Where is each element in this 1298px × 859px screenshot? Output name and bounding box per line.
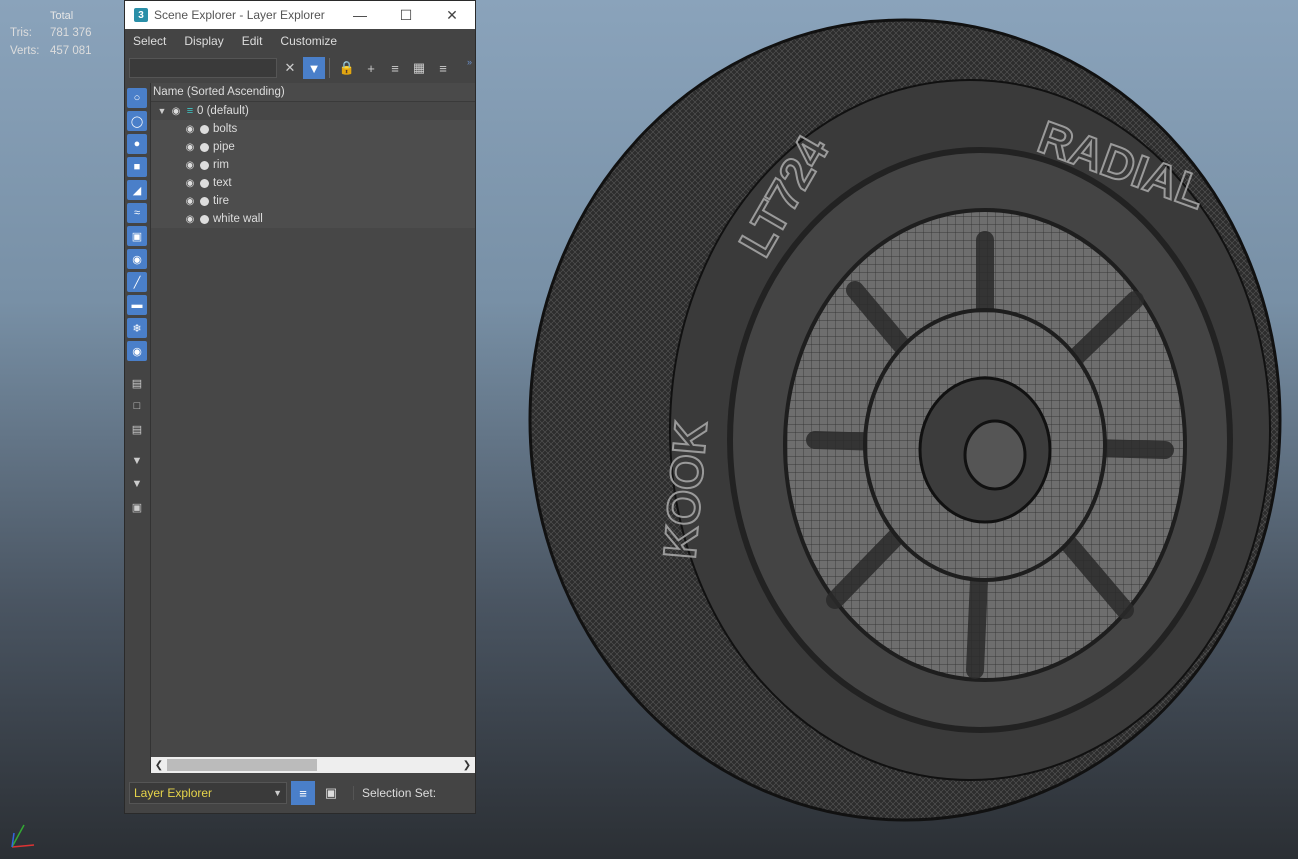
spacewarps-filter-icon[interactable]: ≈: [127, 203, 147, 223]
filter-sidebar: ○ ◯ ● ■ ◢ ≈ ▣ ◉ ╱ ▬ ❄ ◉ ▤ □ ▤ ▼ ▼ ▣: [125, 83, 151, 773]
layer-row[interactable]: ◉ text: [151, 174, 475, 192]
object-name: tire: [213, 195, 229, 207]
stats-label: Verts:: [10, 45, 40, 57]
selection-set-label[interactable]: Selection Set:: [353, 786, 436, 800]
visibility-eye-icon[interactable]: ◉: [183, 124, 197, 135]
toolbar-overflow-icon[interactable]: »: [467, 57, 472, 67]
geometry-filter-icon[interactable]: ○: [127, 88, 147, 108]
display-none-icon[interactable]: □: [127, 396, 147, 416]
toolbar: ✕ ▼ 🔒 + ≡ ▦ ≡ »: [125, 53, 475, 83]
lights-filter-icon[interactable]: ●: [127, 134, 147, 154]
hidden-filter-icon[interactable]: ◉: [127, 341, 147, 361]
layer-row[interactable]: ◉ tire: [151, 192, 475, 210]
sidebar-separator: [125, 442, 150, 448]
menu-bar: Select Display Edit Customize: [125, 29, 475, 53]
layer-row[interactable]: ◉ pipe: [151, 138, 475, 156]
object-name: rim: [213, 159, 229, 171]
layer-row-default[interactable]: ▼ ◉ ≡ 0 (default): [151, 102, 475, 120]
menu-display[interactable]: Display: [184, 34, 223, 48]
bottom-bar: Layer Explorer ▼ ≡ ▣ Selection Set:: [125, 773, 475, 813]
object-name: white wall: [213, 213, 263, 225]
menu-select[interactable]: Select: [133, 34, 166, 48]
layer-row[interactable]: ◉ white wall: [151, 210, 475, 228]
shapes-filter-icon[interactable]: ◯: [127, 111, 147, 131]
sidebar-separator: [125, 364, 150, 370]
visibility-eye-icon[interactable]: ◉: [183, 214, 197, 225]
scroll-right-icon[interactable]: ❯: [459, 760, 475, 771]
layer-row[interactable]: ◉ rim: [151, 156, 475, 174]
visibility-eye-icon[interactable]: ◉: [169, 106, 183, 117]
object-dot-icon: [200, 142, 209, 152]
layer-row[interactable]: ◉ bolts: [151, 120, 475, 138]
close-button[interactable]: ✕: [429, 1, 475, 29]
visibility-eye-icon[interactable]: ◉: [183, 142, 197, 153]
object-dot-icon: [200, 196, 209, 206]
bones-filter-icon[interactable]: ╱: [127, 272, 147, 292]
filter-selection-icon[interactable]: ▼: [303, 57, 325, 79]
filter-settings-icon[interactable]: ▼: [127, 451, 147, 471]
tire-wireframe-render: RADIAL LT724 KOOK: [528, 18, 1282, 822]
visibility-eye-icon[interactable]: ◉: [183, 178, 197, 189]
column-header-name[interactable]: Name (Sorted Ascending): [151, 83, 475, 102]
sort-by-layer-icon[interactable]: ≡: [291, 781, 315, 805]
layer-name: 0 (default): [197, 105, 249, 117]
containers-filter-icon[interactable]: ▬: [127, 295, 147, 315]
object-dot-icon: [200, 178, 209, 188]
scroll-left-icon[interactable]: ❮: [151, 760, 167, 771]
menu-customize[interactable]: Customize: [280, 34, 337, 48]
cameras-filter-icon[interactable]: ■: [127, 157, 147, 177]
display-all-icon[interactable]: ▤: [127, 373, 147, 393]
groups-filter-icon[interactable]: ▣: [127, 226, 147, 246]
scene-explorer-window: 3 Scene Explorer - Layer Explorer — ☐ ✕ …: [124, 0, 476, 814]
layers-icon[interactable]: ≡: [432, 57, 454, 79]
layer-stack-icon: ≡: [186, 105, 194, 117]
chevron-down-icon: ▼: [273, 788, 282, 798]
menu-edit[interactable]: Edit: [242, 34, 263, 48]
sort-by-hierarchy-icon[interactable]: ▣: [319, 781, 343, 805]
lock-icon[interactable]: 🔒: [336, 57, 358, 79]
invert-display-icon[interactable]: ▤: [127, 419, 147, 439]
object-name: pipe: [213, 141, 235, 153]
funnel-filter-icon[interactable]: ▼: [127, 474, 147, 494]
explorer-dropdown[interactable]: Layer Explorer ▼: [129, 782, 287, 804]
toolbar-separator: [329, 58, 330, 78]
stats-row-verts: Verts: 457 081: [10, 42, 120, 60]
axis-gizmo-icon: [11, 824, 35, 848]
scrollbar-thumb[interactable]: [167, 759, 317, 771]
stats-header: Total: [50, 10, 74, 22]
stats-value: 781 376: [50, 27, 92, 39]
window-title: Scene Explorer - Layer Explorer: [154, 8, 325, 22]
layer-tree: Name (Sorted Ascending) ▼ ◉ ≡ 0 (default…: [151, 83, 475, 773]
minimize-button[interactable]: —: [337, 1, 383, 29]
stats-label: Tris:: [10, 27, 32, 39]
selection-set-icon[interactable]: ▣: [127, 497, 147, 517]
stats-value: 457 081: [50, 45, 92, 57]
hierarchy-icon[interactable]: ▦: [408, 57, 430, 79]
expand-arrow-icon[interactable]: ▼: [155, 106, 169, 116]
search-input[interactable]: [129, 58, 277, 78]
horizontal-scrollbar[interactable]: ❮ ❯: [151, 757, 475, 773]
object-name: text: [213, 177, 232, 189]
explorer-dropdown-value: Layer Explorer: [134, 786, 213, 800]
object-dot-icon: [200, 124, 209, 134]
object-name: bolts: [213, 123, 238, 135]
helpers-filter-icon[interactable]: ◢: [127, 180, 147, 200]
create-layer-icon[interactable]: +: [360, 57, 382, 79]
layer-stack-icon[interactable]: ≡: [384, 57, 406, 79]
visibility-eye-icon[interactable]: ◉: [183, 196, 197, 207]
xrefs-filter-icon[interactable]: ◉: [127, 249, 147, 269]
frozen-filter-icon[interactable]: ❄: [127, 318, 147, 338]
app-icon: 3: [134, 8, 148, 22]
object-dot-icon: [200, 214, 209, 224]
object-dot-icon: [200, 160, 209, 170]
viewport-statistics: Total Tris: 781 376 Verts: 457 081: [10, 8, 120, 60]
title-bar[interactable]: 3 Scene Explorer - Layer Explorer — ☐ ✕: [125, 1, 475, 29]
maximize-button[interactable]: ☐: [383, 1, 429, 29]
clear-search-icon[interactable]: ✕: [279, 57, 301, 79]
stats-row-tris: Tris: 781 376: [10, 24, 120, 42]
visibility-eye-icon[interactable]: ◉: [183, 160, 197, 171]
